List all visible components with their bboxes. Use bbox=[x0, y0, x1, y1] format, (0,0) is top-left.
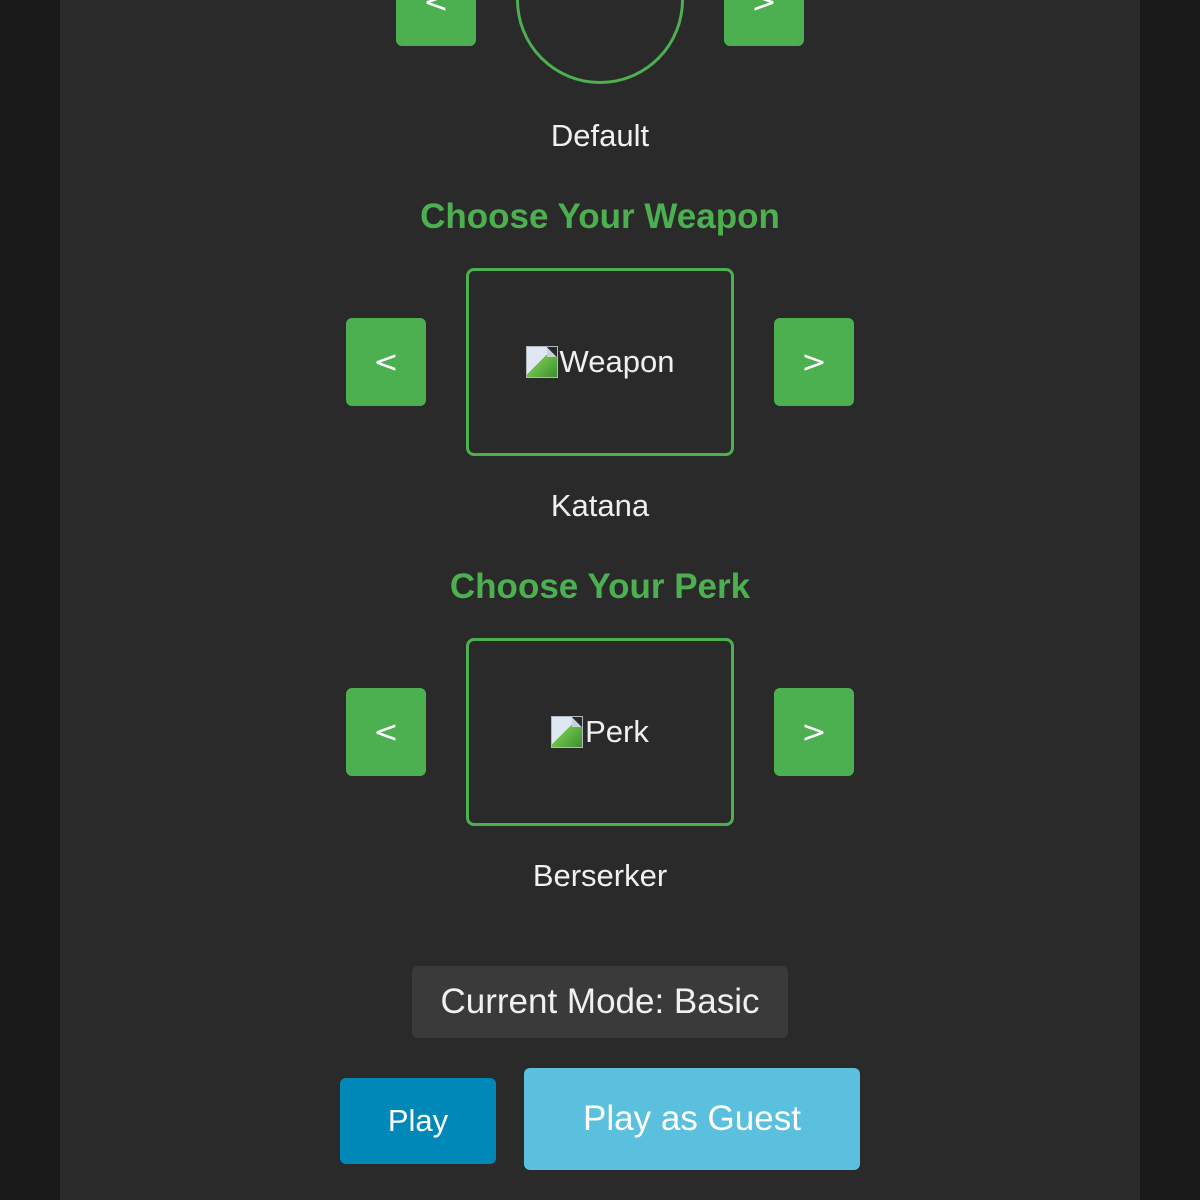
current-mode-label: Current Mode: Basic bbox=[440, 982, 760, 1021]
perk-image-alt: Perk bbox=[585, 714, 649, 749]
weapon-next-button[interactable]: > bbox=[774, 318, 854, 406]
weapon-prev-label: < bbox=[373, 344, 399, 380]
skin-next-label: > bbox=[751, 0, 777, 20]
weapon-next-label: > bbox=[801, 344, 827, 380]
perk-prev-label: < bbox=[373, 714, 399, 750]
perk-next-button[interactable]: > bbox=[774, 688, 854, 776]
broken-image-icon bbox=[551, 716, 584, 748]
perk-section-title: Choose Your Perk bbox=[449, 567, 751, 606]
weapon-section-title: Choose Your Weapon bbox=[420, 197, 780, 236]
perk-name: Berserker bbox=[532, 858, 668, 893]
play-button-label: Play bbox=[387, 1103, 449, 1138]
skin-prev-label: < bbox=[423, 0, 449, 20]
weapon-image-alt: Weapon bbox=[559, 344, 675, 379]
skin-prev-button[interactable]: < bbox=[396, 0, 476, 46]
current-mode-badge[interactable]: Current Mode: Basic bbox=[412, 966, 788, 1038]
play-as-guest-button[interactable]: Play as Guest bbox=[524, 1068, 860, 1170]
perk-prev-button[interactable]: < bbox=[346, 688, 426, 776]
perk-preview: Perk bbox=[466, 638, 734, 826]
play-as-guest-label: Play as Guest bbox=[583, 1099, 801, 1138]
skin-name: Default bbox=[550, 118, 650, 153]
play-button[interactable]: Play bbox=[340, 1078, 496, 1164]
weapon-prev-button[interactable]: < bbox=[346, 318, 426, 406]
skin-next-button[interactable]: > bbox=[724, 0, 804, 46]
weapon-preview: Weapon bbox=[466, 268, 734, 456]
weapon-name: Katana bbox=[550, 488, 650, 523]
perk-next-label: > bbox=[801, 714, 827, 750]
broken-image-icon bbox=[525, 346, 558, 378]
